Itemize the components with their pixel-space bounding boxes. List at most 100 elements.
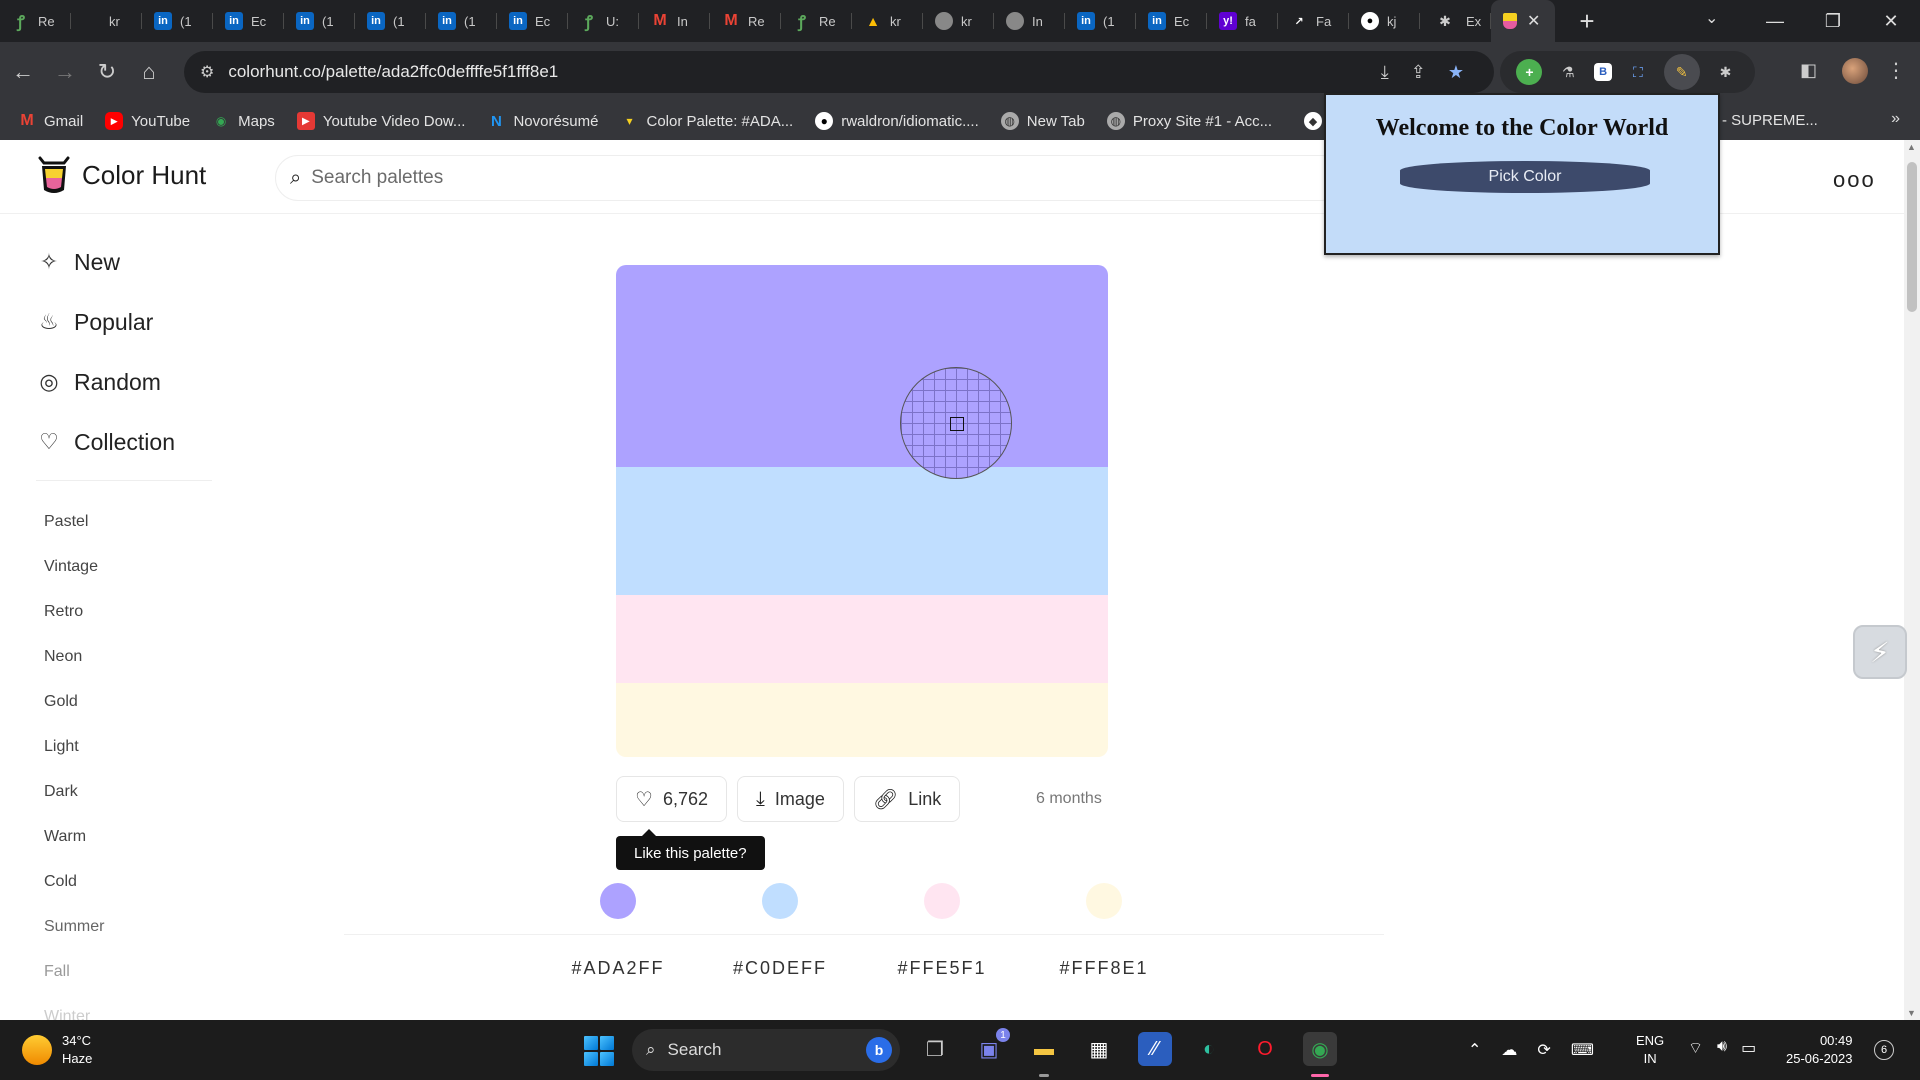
browser-tab[interactable]: in (1 — [426, 0, 497, 42]
browser-tab[interactable]: in (1 — [1065, 0, 1136, 42]
eyedropper-extension-icon[interactable]: ✎ — [1663, 54, 1700, 90]
edge-icon[interactable]: ◐ — [1192, 1032, 1226, 1066]
share-icon[interactable]: ⇪ — [1411, 62, 1426, 83]
screenshot-extension-icon[interactable]: ⛶ — [1625, 59, 1651, 85]
puzzle-icon[interactable]: ✱ — [1713, 59, 1739, 85]
green-plus-extension-icon[interactable]: + — [1516, 59, 1543, 85]
hex-code[interactable]: #FFE5F1 — [872, 958, 1012, 979]
browser-tab[interactable]: M In — [639, 0, 710, 42]
palette-swatch[interactable] — [616, 595, 1108, 683]
forward-icon[interactable]: → — [44, 51, 86, 93]
browser-tab[interactable]: in Ec — [213, 0, 284, 42]
copy-link-button[interactable]: 🔗︎ Link — [853, 776, 961, 822]
hex-code[interactable]: #FFF8E1 — [1034, 958, 1174, 979]
palette-swatch[interactable] — [616, 467, 1108, 595]
bookmark-maps[interactable]: ◉ Maps — [212, 112, 275, 130]
color-dot[interactable] — [924, 883, 960, 919]
page-scrollbar[interactable]: ▲ ▼ — [1904, 140, 1920, 1020]
teams-chat-icon[interactable]: ▣ 1 — [972, 1028, 1010, 1066]
browser-tab[interactable]: in (1 — [284, 0, 355, 42]
close-icon[interactable]: ✕ — [1527, 11, 1540, 31]
browser-tab[interactable]: in (1 — [355, 0, 426, 42]
reload-icon[interactable]: ↻ — [86, 51, 128, 93]
color-dot[interactable] — [762, 883, 798, 919]
bookmark-youtube-downloader[interactable]: ▶ Youtube Video Dow... — [296, 112, 465, 130]
sync-icon[interactable]: ⟳ — [1537, 1040, 1550, 1060]
notification-badge[interactable]: 6 — [1874, 1040, 1894, 1060]
browser-menu-icon[interactable]: ⋮ — [1886, 58, 1906, 83]
chrome-icon[interactable]: ◉ — [1303, 1032, 1337, 1066]
profile-avatar[interactable] — [1842, 58, 1868, 84]
browser-tab[interactable]: In — [994, 0, 1065, 42]
scroll-thumb[interactable] — [1907, 162, 1917, 312]
home-icon[interactable]: ⌂ — [128, 51, 170, 93]
tab-search-icon[interactable]: ⌄ — [1705, 8, 1718, 28]
browser-tab[interactable]: ✱ Ex — [1420, 0, 1491, 42]
hex-code[interactable]: #ADA2FF — [548, 958, 688, 979]
microsoft-store-icon[interactable]: ▦ — [1082, 1032, 1116, 1066]
tag-winter[interactable]: Winter — [36, 994, 216, 1021]
browser-tab[interactable]: ꝭ Re — [0, 0, 71, 42]
flask-extension-icon[interactable]: ⚗ — [1555, 59, 1581, 85]
tag-pastel[interactable]: Pastel — [36, 499, 216, 544]
bookmark-novoresume[interactable]: N Novorésumé — [487, 112, 598, 130]
download-image-button[interactable]: ⤓ Image — [736, 776, 844, 822]
diamond-icon[interactable]: ◆ — [1304, 112, 1322, 130]
bookmarks-overflow-icon[interactable]: » — [1891, 110, 1900, 128]
browser-tab[interactable]: y! fa — [1207, 0, 1278, 42]
install-icon[interactable]: ⤓ — [1381, 62, 1389, 83]
sidebar-item-random[interactable]: ◎ Random — [36, 352, 216, 412]
browser-tab-active[interactable]: ✕ — [1491, 0, 1555, 42]
close-window-icon[interactable]: ✕ — [1862, 11, 1920, 32]
address-bar[interactable]: ⚙ colorhunt.co/palette/ada2ffc0deffffe5f… — [184, 51, 1494, 93]
browser-tab[interactable]: M Re — [710, 0, 781, 42]
search-input[interactable] — [311, 167, 1212, 189]
tag-warm[interactable]: Warm — [36, 814, 216, 859]
scroll-down-icon[interactable]: ▼ — [1907, 1008, 1916, 1018]
b-extension-icon[interactable]: B — [1594, 63, 1613, 81]
file-explorer-icon[interactable]: ▬ — [1027, 1032, 1061, 1066]
color-picker-magnifier[interactable] — [900, 367, 1012, 479]
taskbar-search[interactable]: ⌕ Search b — [632, 1029, 900, 1071]
bookmark-star-icon[interactable]: ★ — [1448, 62, 1464, 83]
tag-cold[interactable]: Cold — [36, 859, 216, 904]
site-logo[interactable]: Color Hunt — [36, 154, 206, 196]
browser-tab[interactable]: in Ec — [497, 0, 568, 42]
tag-summer[interactable]: Summer — [36, 904, 216, 949]
keyboard-icon[interactable]: ⌨ — [1571, 1040, 1594, 1060]
scroll-up-icon[interactable]: ▲ — [1907, 142, 1916, 152]
bookmark-new-tab[interactable]: ◍ New Tab — [1000, 112, 1085, 130]
restore-icon[interactable]: ❐ — [1804, 11, 1862, 32]
tag-retro[interactable]: Retro — [36, 589, 216, 634]
bookmark-proxy-site[interactable]: ◍ Proxy Site #1 - Acc... — [1106, 112, 1272, 130]
tag-dark[interactable]: Dark — [36, 769, 216, 814]
sidebar-item-collection[interactable]: ♡ Collection — [36, 412, 216, 472]
color-dot[interactable] — [600, 883, 636, 919]
browser-tab[interactable]: ꝭ U: — [568, 0, 639, 42]
more-menu-icon[interactable]: ooo — [1833, 167, 1876, 193]
pick-color-button[interactable]: Pick Color — [1400, 161, 1650, 193]
quick-settings[interactable]: ⌔ 🔊︎ ▭ — [1688, 1038, 1756, 1058]
browser-tab[interactable]: kr — [71, 0, 142, 42]
weather-widget[interactable]: 34°C Haze — [22, 1032, 92, 1068]
floating-lightning-icon[interactable]: ⚡︎ — [1853, 625, 1907, 679]
browser-tab[interactable]: ▲ kr — [852, 0, 923, 42]
minimize-icon[interactable]: — — [1746, 11, 1804, 32]
tag-neon[interactable]: Neon — [36, 634, 216, 679]
tag-vintage[interactable]: Vintage — [36, 544, 216, 589]
browser-tab[interactable]: ꝭ Re — [781, 0, 852, 42]
hex-code[interactable]: #C0DEFF — [710, 958, 850, 979]
like-button[interactable]: ♡ 6,762 — [616, 776, 727, 822]
sidebar-item-new[interactable]: ✧ New — [36, 232, 216, 292]
tag-light[interactable]: Light — [36, 724, 216, 769]
color-dot[interactable] — [1086, 883, 1122, 919]
new-tab-button[interactable]: + — [1569, 3, 1605, 39]
task-view-icon[interactable]: ❐ — [918, 1032, 952, 1066]
start-button[interactable] — [584, 1036, 614, 1066]
site-info-icon[interactable]: ⚙ — [200, 62, 214, 82]
browser-tab[interactable]: in Ec — [1136, 0, 1207, 42]
chevron-up-icon[interactable]: ⌃ — [1468, 1040, 1481, 1060]
bookmark-gmail[interactable]: M Gmail — [18, 112, 83, 130]
tag-fall[interactable]: Fall — [36, 949, 216, 994]
back-icon[interactable]: ← — [2, 51, 44, 93]
